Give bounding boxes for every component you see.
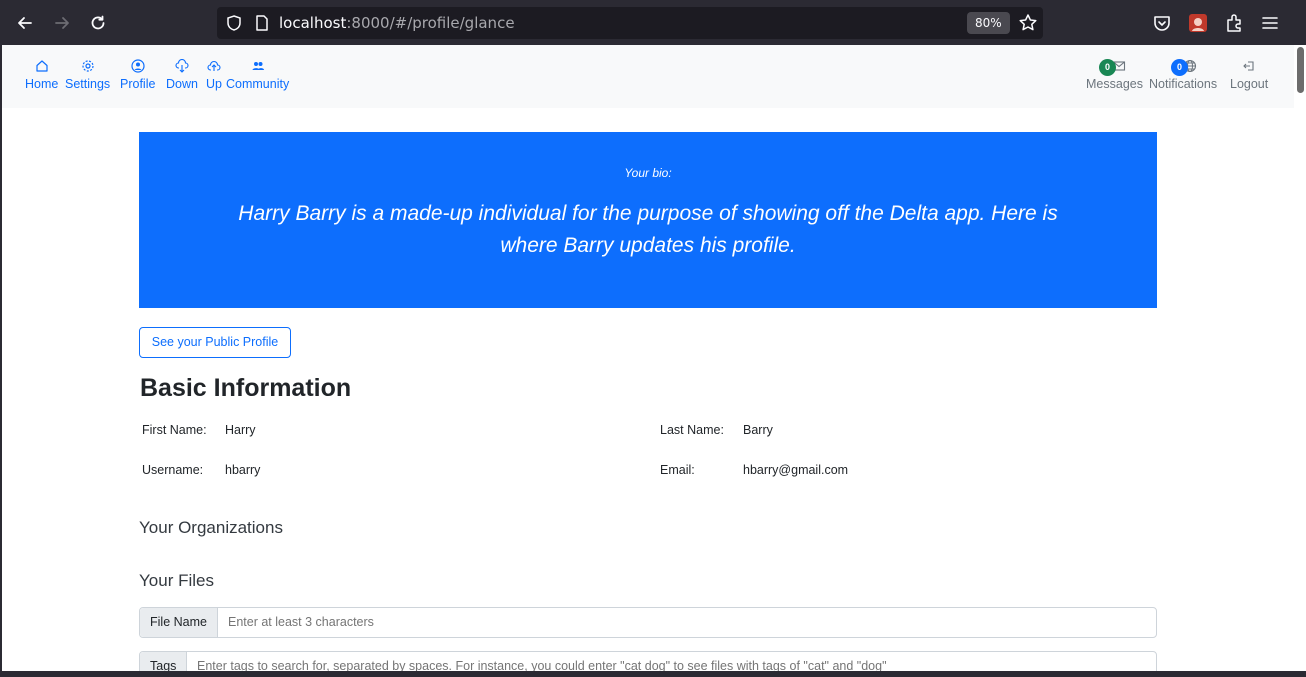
file-name-input-group: File Name [139, 607, 1157, 638]
bookmark-star-icon[interactable] [1017, 12, 1039, 34]
nav-community[interactable]: Community [226, 59, 289, 91]
shield-icon[interactable] [225, 14, 243, 32]
zoom-level-badge[interactable]: 80% [967, 12, 1010, 34]
scrollbar-thumb[interactable] [1297, 47, 1304, 93]
messages-count-badge: 0 [1099, 59, 1116, 76]
your-files-heading: Your Files [139, 571, 214, 590]
file-name-input[interactable] [218, 608, 1148, 637]
nav-home-label: Home [25, 77, 59, 91]
url-bar[interactable]: localhost:8000/#/profile/glance 80% [217, 7, 1043, 39]
nav-down-label: Down [166, 77, 198, 91]
page-viewport: Home Settings Profile Down Up Community … [2, 45, 1294, 671]
file-name-label: File Name [140, 608, 218, 637]
last-name-label: Last Name: [660, 423, 724, 437]
person-circle-icon [131, 59, 145, 73]
nav-up-label: Up [206, 77, 222, 91]
page-icon[interactable] [253, 14, 271, 32]
nav-profile[interactable]: Profile [120, 59, 155, 91]
extensions-puzzle-icon[interactable] [1223, 12, 1245, 34]
forward-button[interactable] [47, 8, 77, 38]
nav-logout[interactable]: Logout [1230, 59, 1268, 91]
reload-button[interactable] [83, 8, 113, 38]
see-public-profile-button[interactable]: See your Public Profile [139, 327, 291, 358]
logout-icon [1243, 61, 1254, 71]
bio-text: Harry Barry is a made-up individual for … [238, 202, 1058, 257]
vertical-scrollbar[interactable] [1294, 45, 1306, 671]
nav-messages-label: Messages [1086, 77, 1143, 91]
pocket-icon[interactable] [1151, 12, 1173, 34]
first-name-label: First Name: [142, 423, 207, 437]
hamburger-menu-icon[interactable] [1259, 12, 1281, 34]
url-path: :8000/#/profile/glance [346, 14, 515, 32]
cloud-upload-icon [207, 60, 221, 71]
email-label: Email: [660, 463, 695, 477]
reload-icon [91, 15, 105, 30]
username-value: hbarry [225, 463, 261, 477]
nav-settings[interactable]: Settings [65, 59, 110, 91]
url-host: localhost [279, 14, 347, 32]
bio-label: Your bio: [624, 166, 672, 180]
arrow-right-icon [55, 17, 69, 29]
cloud-download-icon [175, 59, 189, 73]
bio-banner: Your bio: Harry Barry is a made-up indiv… [139, 132, 1157, 308]
nav-home[interactable]: Home [25, 59, 58, 91]
basic-information-heading: Basic Information [140, 374, 352, 402]
nav-logout-label: Logout [1230, 77, 1269, 91]
tags-input[interactable] [187, 652, 1147, 671]
browser-toolbar: localhost:8000/#/profile/glance 80% [0, 0, 1306, 45]
nav-notifications-label: Notifications [1149, 77, 1218, 91]
nav-down[interactable]: Down [166, 59, 198, 91]
your-organizations-heading: Your Organizations [139, 518, 283, 537]
url-text[interactable]: localhost:8000/#/profile/glance [279, 14, 515, 32]
arrow-left-icon [18, 17, 32, 29]
nav-profile-label: Profile [120, 77, 156, 91]
window-bottom-border [0, 671, 1306, 677]
people-icon [252, 62, 264, 70]
gear-icon [81, 60, 94, 72]
app-navbar: Home Settings Profile Down Up Community … [2, 45, 1294, 108]
extension-avatar-icon[interactable] [1187, 12, 1209, 34]
tags-input-group: Tags [139, 651, 1157, 671]
house-icon [36, 60, 48, 72]
email-value: hbarry@gmail.com [743, 463, 849, 477]
nav-settings-label: Settings [65, 77, 111, 91]
nav-community-label: Community [226, 77, 290, 91]
tags-label: Tags [140, 652, 188, 671]
username-label: Username: [142, 463, 204, 477]
back-button[interactable] [10, 8, 40, 38]
first-name-value: Harry [225, 423, 256, 437]
nav-up[interactable]: Up [206, 59, 222, 91]
last-name-value: Barry [743, 423, 773, 437]
notifications-count-badge: 0 [1171, 59, 1188, 76]
